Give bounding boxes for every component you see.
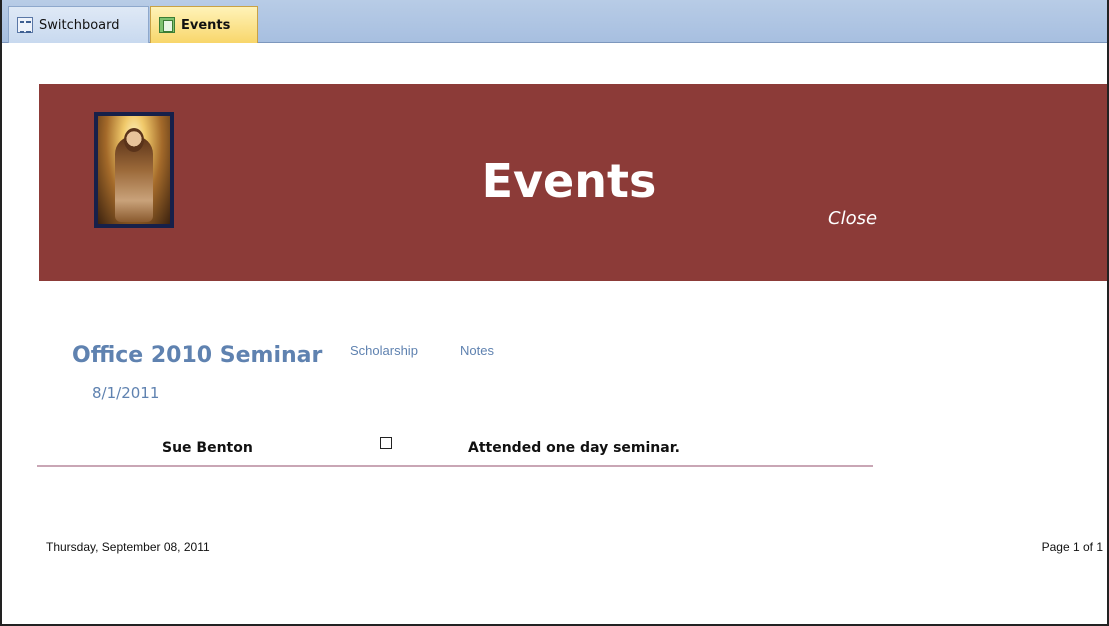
logo-image [98,116,170,224]
scholarship-checkbox[interactable] [380,437,392,449]
tab-label: Switchboard [39,17,120,33]
notes-column-header: Notes [460,343,494,358]
footer-page-number: Page 1 of 1 [1041,540,1103,554]
row-divider [37,465,873,467]
report-title: Events [481,154,657,208]
report-icon [159,17,175,33]
tab-events[interactable]: Events [150,6,258,43]
attendee-notes: Attended one day seminar. [468,440,680,456]
event-name: Office 2010 Seminar [72,343,323,368]
report-window: Switchboard Events Events Close Office 2… [0,0,1109,626]
close-button[interactable]: Close [828,208,877,229]
scholarship-column-header: Scholarship [350,343,418,358]
report-header: Events Close [39,84,1107,281]
logo-figure-head [124,128,144,152]
attendee-name: Sue Benton [162,440,253,456]
switchboard-icon [17,17,33,33]
footer-date: Thursday, September 08, 2011 [46,540,210,554]
logo [94,112,174,228]
document-tab-strip: Switchboard Events [2,0,1107,43]
event-date: 8/1/2011 [92,384,160,402]
tab-switchboard[interactable]: Switchboard [8,6,149,43]
tab-label: Events [181,17,231,33]
